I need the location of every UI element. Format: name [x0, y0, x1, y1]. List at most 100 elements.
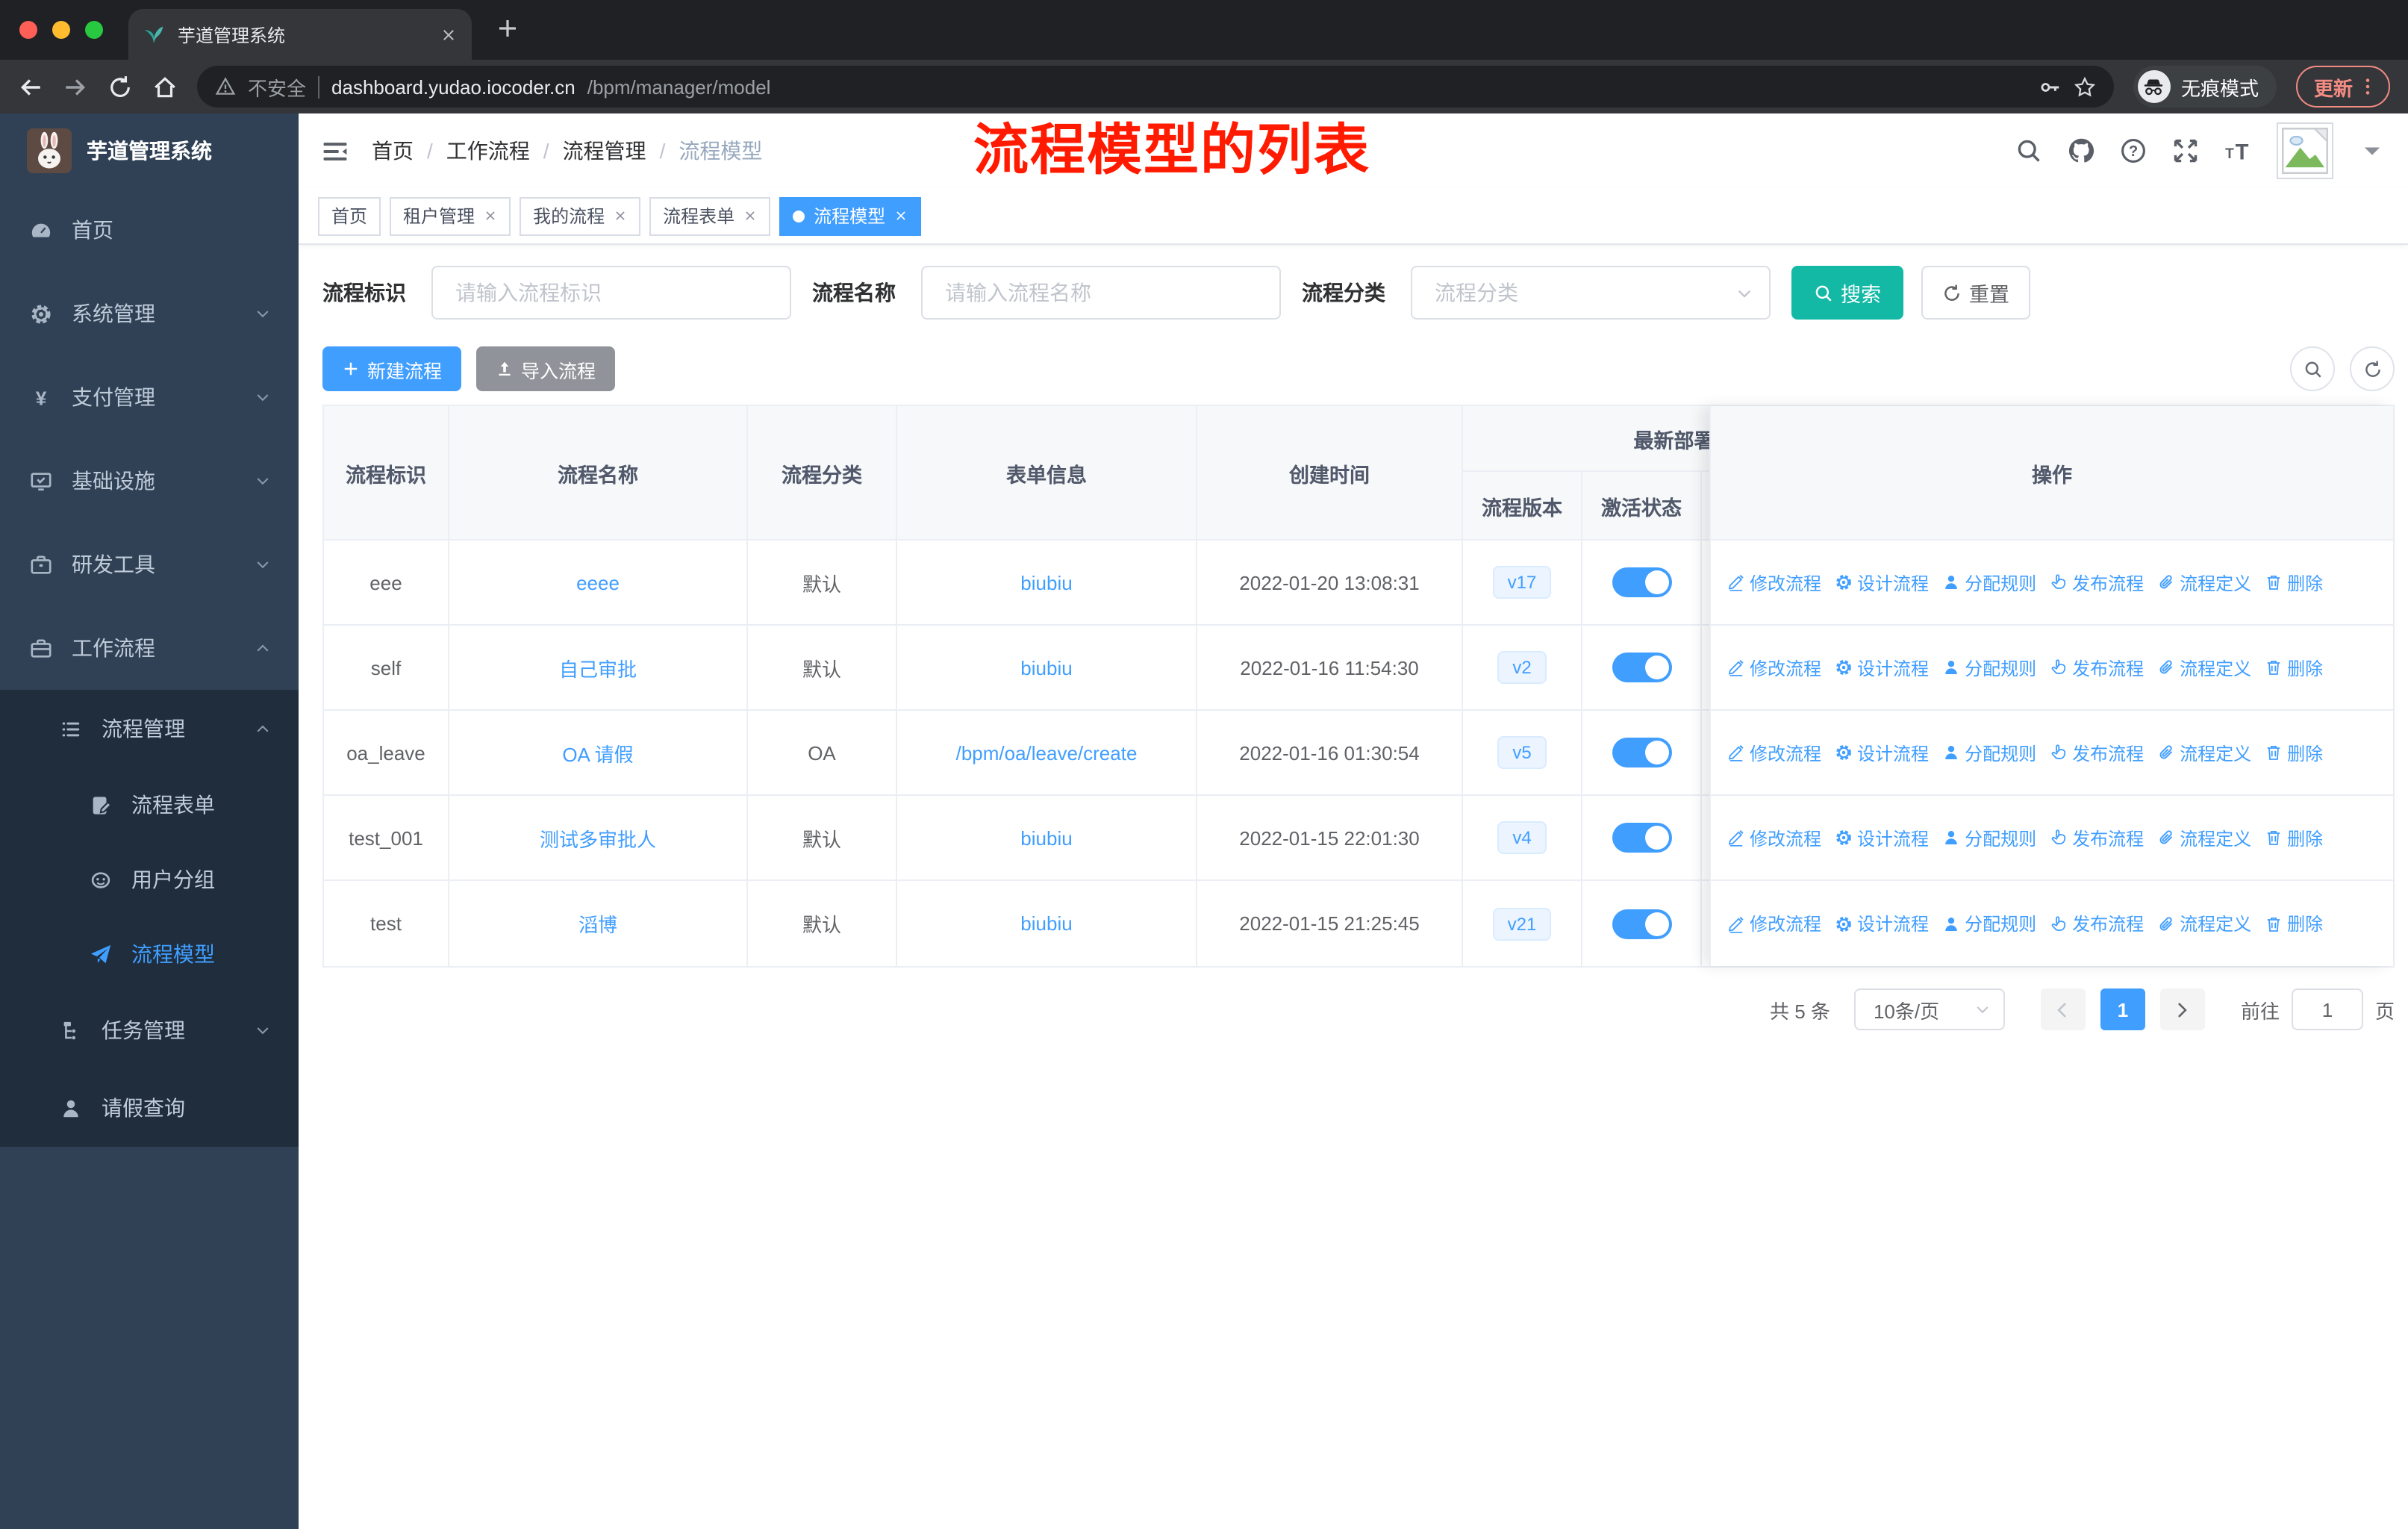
sidebar-item-infra[interactable]: 基础设施	[0, 439, 299, 523]
action-definition[interactable]: 流程定义	[2157, 911, 2251, 936]
sidebar-item-leave-query[interactable]: 请假查询	[0, 1069, 299, 1147]
back-icon[interactable]	[18, 74, 43, 99]
status-toggle[interactable]	[1612, 653, 1671, 682]
create-process-button[interactable]: 新建流程	[322, 346, 462, 391]
action-edit[interactable]: 修改流程	[1727, 740, 1821, 765]
action-design[interactable]: 设计流程	[1835, 655, 1929, 680]
close-icon[interactable]	[614, 209, 627, 222]
action-design[interactable]: 设计流程	[1835, 911, 1929, 936]
sidebar-item-system[interactable]: 系统管理	[0, 272, 299, 355]
sidebar-item-user-group[interactable]: 用户分组	[0, 842, 299, 917]
action-definition[interactable]: 流程定义	[2157, 655, 2251, 680]
model-name-link[interactable]: 自己审批	[559, 653, 637, 682]
reset-button[interactable]: 重置	[1921, 266, 2030, 320]
prev-page-button[interactable]	[2040, 988, 2086, 1030]
breadcrumb-item[interactable]: 首页	[372, 136, 414, 166]
next-page-button[interactable]	[2159, 988, 2205, 1030]
new-tab-button[interactable]	[496, 16, 520, 40]
form-info-link[interactable]: /bpm/oa/leave/create	[956, 741, 1138, 764]
action-definition[interactable]: 流程定义	[2157, 825, 2251, 850]
form-info-link[interactable]: biubiu	[1020, 656, 1072, 679]
browser-menu-icon[interactable]	[2357, 76, 2378, 97]
tag-home[interactable]: 首页	[318, 196, 381, 235]
sidebar-item-payment[interactable]: ¥ 支付管理	[0, 355, 299, 439]
action-definition[interactable]: 流程定义	[2157, 570, 2251, 595]
caret-down-icon[interactable]	[2359, 137, 2386, 164]
action-publish[interactable]: 发布流程	[2050, 655, 2144, 680]
sidebar-item-workflow[interactable]: 工作流程	[0, 606, 299, 690]
minimize-window-button[interactable]	[52, 21, 70, 39]
logo-row[interactable]: 芋道管理系统	[0, 113, 299, 188]
fullscreen-icon[interactable]	[2172, 137, 2199, 164]
form-info-link[interactable]: biubiu	[1020, 571, 1072, 594]
search-icon[interactable]	[2015, 137, 2042, 164]
action-design[interactable]: 设计流程	[1835, 570, 1929, 595]
browser-tab[interactable]: 芋道管理系统	[128, 9, 472, 60]
action-design[interactable]: 设计流程	[1835, 740, 1929, 765]
action-delete[interactable]: 删除	[2265, 570, 2323, 595]
status-toggle[interactable]	[1612, 567, 1671, 597]
status-toggle[interactable]	[1612, 738, 1671, 767]
form-info-link[interactable]: biubiu	[1020, 912, 1072, 935]
action-edit[interactable]: 修改流程	[1727, 825, 1821, 850]
refresh-table-button[interactable]	[2350, 346, 2395, 391]
forward-icon[interactable]	[63, 74, 88, 99]
toggle-search-button[interactable]	[2290, 346, 2335, 391]
action-assign[interactable]: 分配规则	[1942, 825, 2036, 850]
close-icon[interactable]	[743, 209, 757, 222]
sidebar-item-home[interactable]: 首页	[0, 188, 299, 272]
close-icon[interactable]	[894, 209, 908, 222]
action-edit[interactable]: 修改流程	[1727, 655, 1821, 680]
page-size-select[interactable]: 10条/页	[1853, 988, 2005, 1030]
user-avatar[interactable]	[2277, 122, 2333, 179]
model-name-link[interactable]: 测试多审批人	[540, 823, 656, 852]
tag-my-process[interactable]: 我的流程	[520, 196, 641, 235]
tag-process-form[interactable]: 流程表单	[649, 196, 771, 235]
action-design[interactable]: 设计流程	[1835, 825, 1929, 850]
sidebar-item-process-form[interactable]: 流程表单	[0, 767, 299, 842]
process-name-input[interactable]	[945, 281, 1257, 305]
reload-icon[interactable]	[107, 74, 133, 99]
action-publish[interactable]: 发布流程	[2050, 570, 2144, 595]
bookmark-star-icon[interactable]	[2074, 75, 2096, 98]
action-assign[interactable]: 分配规则	[1942, 570, 2036, 595]
breadcrumb-item[interactable]: 工作流程	[446, 136, 530, 166]
key-icon[interactable]	[2039, 75, 2062, 98]
sidebar-item-task-mgmt[interactable]: 任务管理	[0, 991, 299, 1069]
action-edit[interactable]: 修改流程	[1727, 570, 1821, 595]
close-tab-icon[interactable]	[440, 26, 457, 43]
action-publish[interactable]: 发布流程	[2050, 911, 2144, 936]
home-icon[interactable]	[152, 74, 178, 99]
model-name-link[interactable]: eeee	[576, 571, 620, 594]
github-icon[interactable]	[2068, 137, 2094, 164]
model-name-link[interactable]: OA 请假	[562, 738, 633, 767]
sidebar-item-process-mgmt[interactable]: 流程管理	[0, 690, 299, 767]
action-delete[interactable]: 删除	[2265, 911, 2323, 936]
address-bar[interactable]: 不安全 dashboard.yudao.iocoder.cn/bpm/manag…	[197, 66, 2114, 108]
action-assign[interactable]: 分配规则	[1942, 655, 2036, 680]
status-toggle[interactable]	[1612, 909, 1671, 938]
tag-tenant[interactable]: 租户管理	[390, 196, 511, 235]
status-toggle[interactable]	[1612, 823, 1671, 853]
form-info-link[interactable]: biubiu	[1020, 826, 1072, 849]
process-id-input[interactable]	[455, 281, 767, 305]
sidebar-item-process-model[interactable]: 流程模型	[0, 917, 299, 991]
tag-process-model[interactable]: 流程模型	[779, 196, 922, 235]
action-publish[interactable]: 发布流程	[2050, 825, 2144, 850]
breadcrumb-item[interactable]: 流程管理	[563, 136, 646, 166]
category-select[interactable]: 流程分类	[1411, 266, 1771, 320]
model-name-link[interactable]: 滔博	[578, 909, 617, 938]
close-icon[interactable]	[484, 209, 497, 222]
help-icon[interactable]: ?	[2120, 137, 2147, 164]
action-definition[interactable]: 流程定义	[2157, 740, 2251, 765]
goto-page-input[interactable]: 1	[2291, 988, 2363, 1030]
sidebar-item-devtools[interactable]: 研发工具	[0, 523, 299, 606]
update-chip[interactable]: 更新	[2295, 66, 2390, 108]
close-window-button[interactable]	[19, 21, 37, 39]
action-assign[interactable]: 分配规则	[1942, 911, 2036, 936]
action-delete[interactable]: 删除	[2265, 740, 2323, 765]
current-page[interactable]: 1	[2100, 988, 2145, 1030]
maximize-window-button[interactable]	[85, 21, 103, 39]
action-assign[interactable]: 分配规则	[1942, 740, 2036, 765]
font-size-icon[interactable]: TT	[2224, 137, 2251, 164]
